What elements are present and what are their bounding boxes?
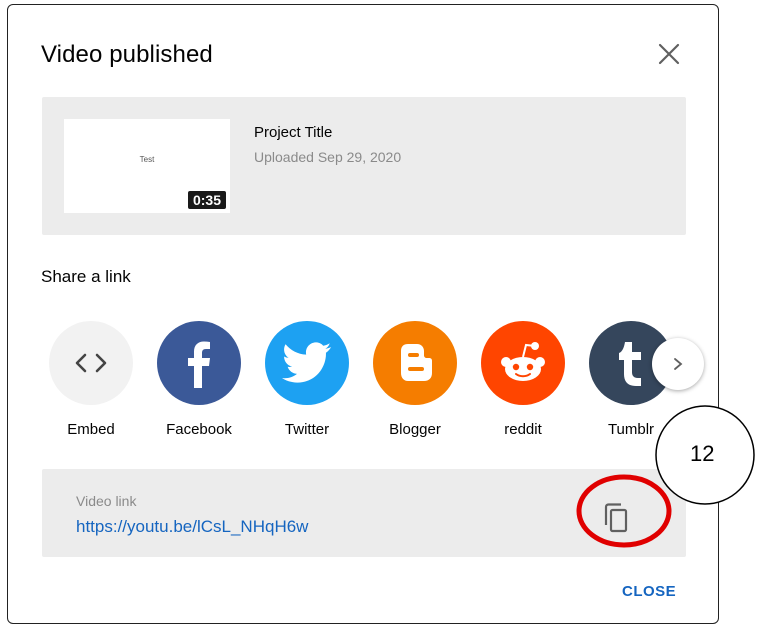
copy-link-button[interactable] [601,501,631,535]
share-item-blogger[interactable]: Blogger [365,321,465,438]
share-item-facebook[interactable]: Facebook [149,321,249,438]
share-item-embed[interactable]: Embed [41,321,141,438]
share-item-label: Facebook [166,421,232,438]
share-item-reddit[interactable]: reddit [473,321,573,438]
video-link-url[interactable]: https://youtu.be/lCsL_NHqH6w [76,517,308,537]
upload-date: Uploaded Sep 29, 2020 [254,149,402,165]
share-item-label: reddit [504,421,542,438]
screenshot-stage: Video published Test 0:35 Project Title … [0,0,758,628]
chevron-right-icon [674,358,683,370]
share-item-label: Tumblr [607,421,655,438]
twitter-icon [265,321,349,405]
video-link-label: Video link [76,493,137,509]
share-item-label: Twitter [284,421,330,438]
blogger-icon [373,321,457,405]
copy-icon [604,503,628,533]
thumbnail-text: Test [139,155,155,164]
share-label: Share a link [41,267,131,286]
embed-icon [49,321,133,405]
facebook-icon [157,321,241,405]
close-button[interactable]: CLOSE [622,583,676,600]
share-row: Embed Facebook Twitter Blogger reddit Tu… [48,321,688,451]
reddit-icon [481,321,565,405]
duration-badge: 0:35 [187,191,226,209]
share-next-button[interactable] [652,338,704,390]
video-published-dialog: Video published Test 0:35 Project Title … [7,4,719,624]
dialog-title: Video published [41,41,213,68]
video-thumbnail[interactable]: Test 0:35 [64,119,230,213]
share-item-label: Blogger [389,421,441,438]
video-card: Test 0:35 Project Title Uploaded Sep 29,… [42,97,686,235]
share-item-label: Embed [67,421,115,438]
close-icon[interactable] [656,41,682,67]
share-item-twitter[interactable]: Twitter [257,321,357,438]
callout-number: 12 [690,441,715,466]
video-link-box: Video link https://youtu.be/lCsL_NHqH6w [42,469,686,557]
video-title: Project Title [254,124,333,141]
